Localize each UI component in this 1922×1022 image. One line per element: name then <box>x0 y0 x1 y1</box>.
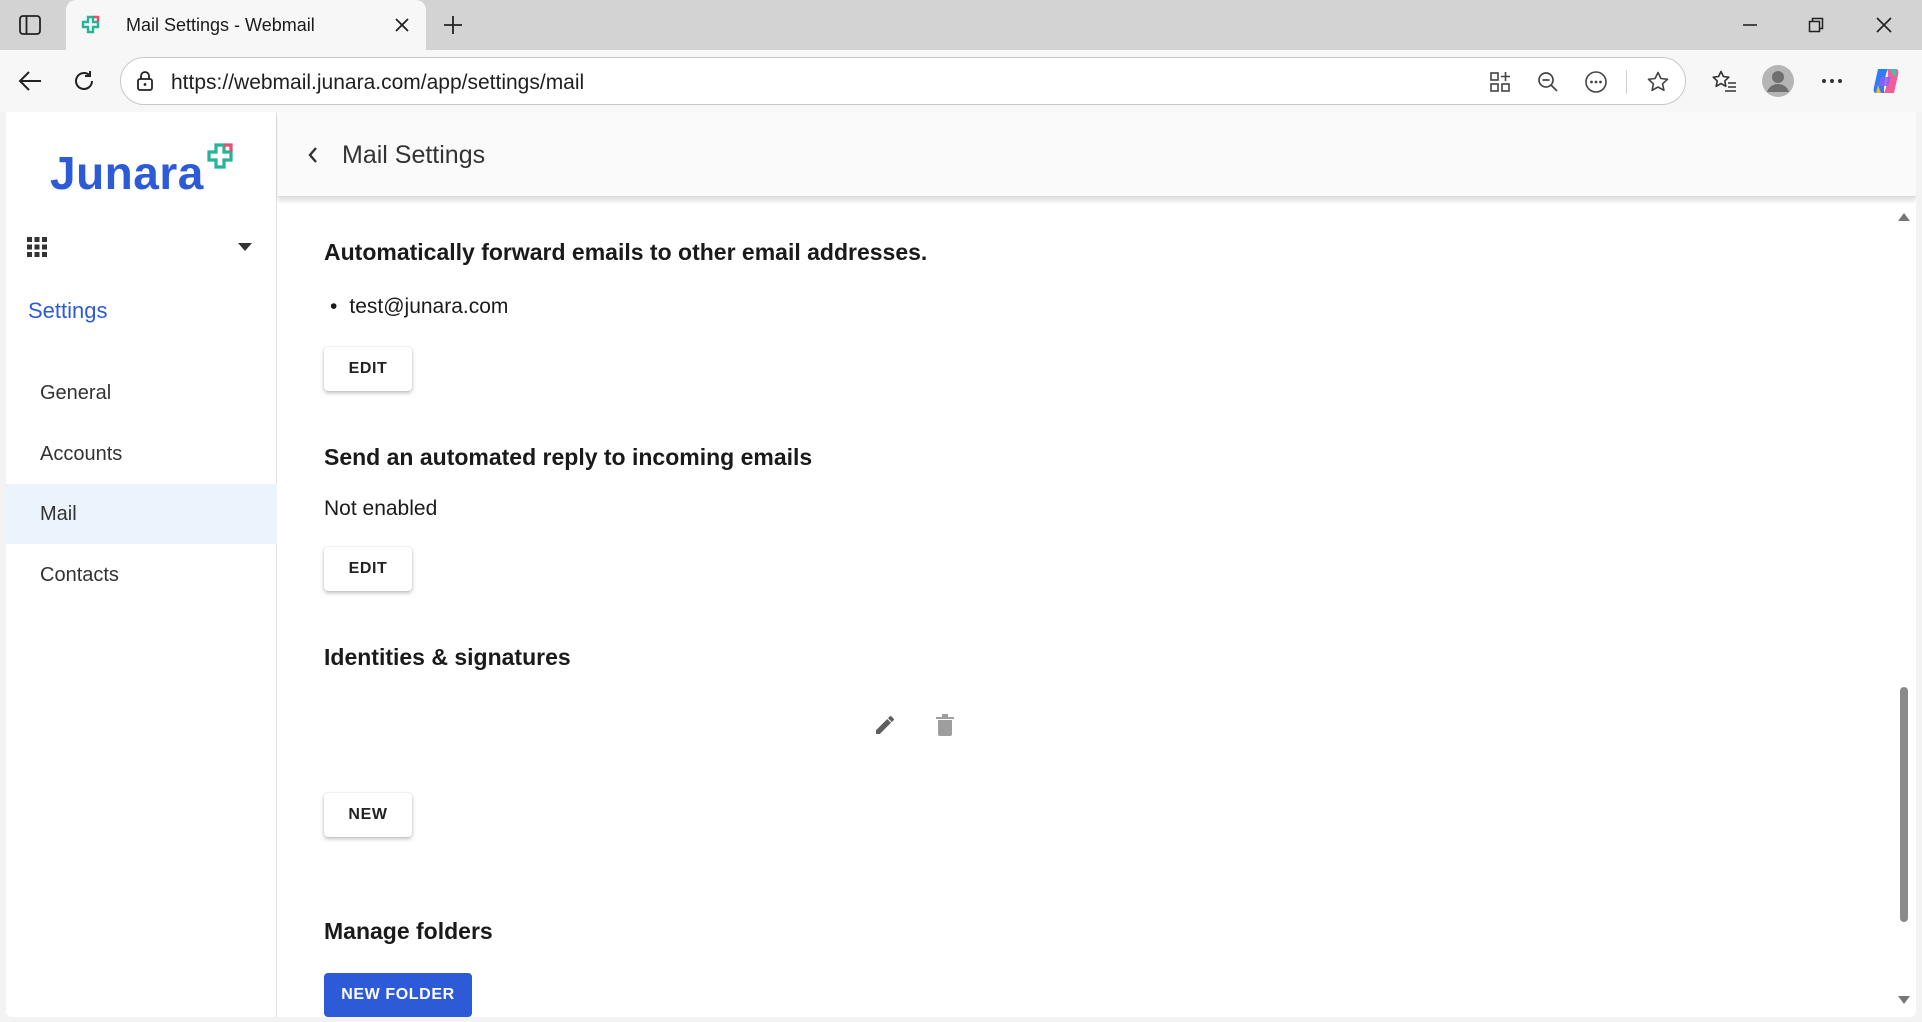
restore-icon[interactable] <box>1790 4 1842 46</box>
forwarding-address-item: test@junara.com <box>330 295 508 319</box>
profile-avatar-icon[interactable] <box>1758 61 1798 101</box>
settings-content: Automatically forward emails to other em… <box>278 197 1898 1017</box>
sidebar-item-label: Mail <box>40 502 77 525</box>
refresh-icon[interactable] <box>64 61 104 101</box>
new-folder-button[interactable]: NEW FOLDER <box>324 973 472 1017</box>
app-available-icon[interactable] <box>1485 67 1515 97</box>
sidebar-item-label: Accounts <box>40 442 123 465</box>
forwarding-section-title: Automatically forward emails to other em… <box>324 239 928 265</box>
tab-title: Mail Settings - Webmail <box>126 14 315 35</box>
copilot-icon[interactable] <box>1866 61 1906 101</box>
url-text[interactable]: https://webmail.junara.com/app/settings/… <box>171 71 584 95</box>
new-tab-icon[interactable] <box>436 8 470 42</box>
sidebar-item-general[interactable]: General <box>6 363 277 423</box>
close-window-icon[interactable] <box>1858 4 1910 46</box>
browser-tab-active[interactable]: Mail Settings - Webmail <box>66 0 426 50</box>
settings-more-icon[interactable] <box>1812 61 1852 101</box>
identities-section-title: Identities & signatures <box>324 644 571 670</box>
folders-section-title: Manage folders <box>324 918 493 944</box>
sidebar-item-contacts[interactable]: Contacts <box>6 545 277 605</box>
junara-logo[interactable]: Junara <box>50 142 250 202</box>
back-arrow-icon[interactable] <box>10 61 50 101</box>
page-header: Mail Settings <box>278 112 1916 197</box>
sidebar-heading-settings: Settings <box>28 298 108 323</box>
new-identity-button[interactable]: NEW <box>324 793 412 837</box>
page-title: Mail Settings <box>342 141 486 169</box>
scroll-up-arrow-icon[interactable] <box>1896 209 1912 225</box>
close-tab-icon[interactable] <box>384 7 420 43</box>
apps-grid-icon[interactable] <box>24 234 50 260</box>
address-bar[interactable]: https://webmail.junara.com/app/settings/… <box>120 57 1686 105</box>
sidebar-item-mail[interactable]: Mail <box>6 484 277 544</box>
logo-text: Junara <box>50 147 204 199</box>
chevron-left-icon[interactable] <box>298 140 328 170</box>
zoom-out-icon[interactable] <box>1533 67 1563 97</box>
auto-reply-edit-button[interactable]: EDIT <box>324 547 412 591</box>
junara-favicon-icon <box>80 14 102 36</box>
minimize-icon[interactable] <box>1724 4 1776 46</box>
sidebar-item-label: Contacts <box>40 563 119 586</box>
pencil-edit-icon[interactable] <box>870 710 900 740</box>
auto-reply-status: Not enabled <box>324 497 438 520</box>
sidebar: Junara Settings General Accounts Mail Co… <box>6 112 277 1017</box>
forwarding-edit-button[interactable]: EDIT <box>324 347 412 391</box>
more-options-circle-icon[interactable] <box>1581 67 1611 97</box>
sidebar-item-label: General <box>40 381 112 404</box>
scroll-down-arrow-icon[interactable] <box>1896 992 1912 1008</box>
webmail-page: Junara Settings General Accounts Mail Co… <box>6 112 1916 1017</box>
auto-reply-section-title: Send an automated reply to incoming emai… <box>324 444 813 470</box>
junara-logo-mark-icon <box>206 142 236 172</box>
favorite-star-icon[interactable] <box>1643 67 1673 97</box>
sidebar-item-accounts[interactable]: Accounts <box>6 424 277 484</box>
address-bar-divider <box>1626 70 1627 94</box>
tab-actions-icon[interactable] <box>14 10 46 40</box>
browser-titlebar: Mail Settings - Webmail <box>0 0 1922 50</box>
lock-icon[interactable] <box>133 69 157 93</box>
scrollbar-thumb[interactable] <box>1900 687 1908 922</box>
favorites-icon[interactable] <box>1704 61 1744 101</box>
browser-toolbar: https://webmail.junara.com/app/settings/… <box>0 50 1922 112</box>
caret-down-icon[interactable] <box>234 236 256 258</box>
trash-delete-icon[interactable] <box>930 710 960 740</box>
